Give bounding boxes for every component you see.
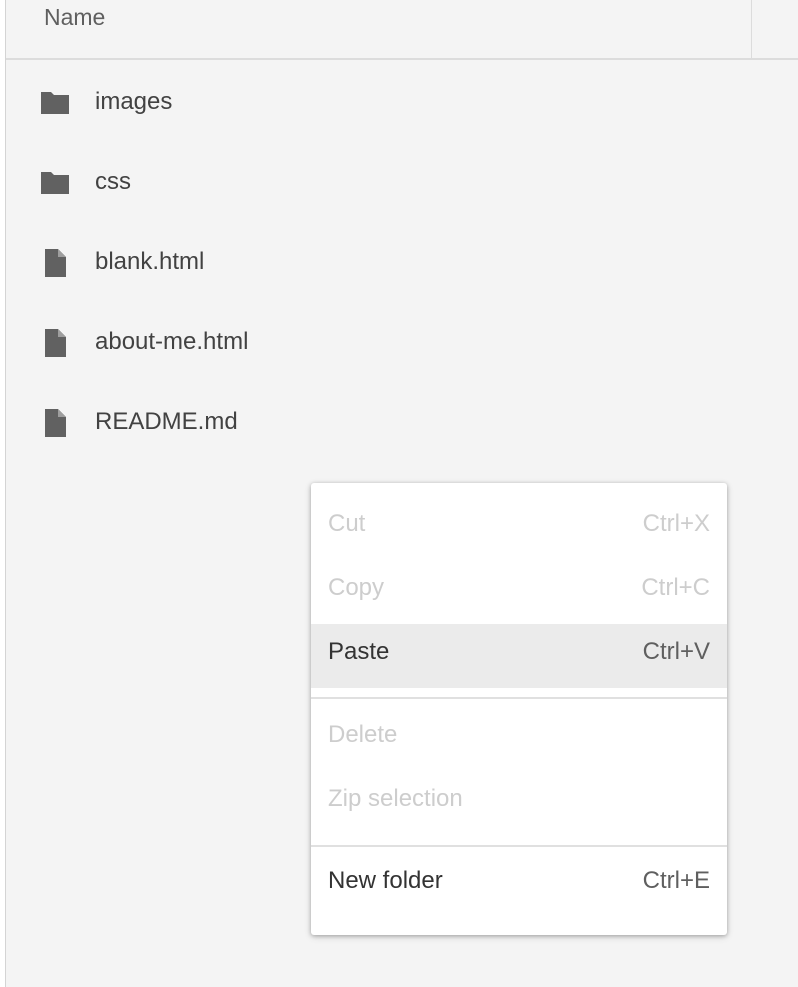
file-icon [45,249,66,277]
menu-item-label: Cut [328,510,366,537]
menu-item-zip-selection[interactable]: Zip selection [311,771,727,835]
menu-item-shortcut: Ctrl+C [641,574,710,601]
menu-item-shortcut: Ctrl+X [642,510,710,537]
file-row-images[interactable]: images [6,62,798,142]
file-name: blank.html [95,248,205,275]
folder-icon [41,92,69,114]
folder-icon [41,172,69,194]
file-icon [45,409,66,437]
file-name: images [95,88,173,115]
context-menu: Cut Ctrl+X Copy Ctrl+C Paste Ctrl+V Dele… [311,483,727,935]
name-column-header[interactable]: Name [44,4,105,31]
menu-item-new-folder[interactable]: New folder Ctrl+E [311,853,727,917]
menu-item-copy[interactable]: Copy Ctrl+C [311,560,727,624]
menu-item-shortcut: Ctrl+E [642,867,710,894]
file-row-readme-md[interactable]: README.md [6,382,798,462]
column-resize-handle[interactable] [751,0,752,58]
menu-item-label: Delete [328,721,398,748]
menu-item-label: Copy [328,574,385,601]
menu-item-label: Paste [328,638,390,665]
column-header: Name [6,0,798,60]
menu-item-delete[interactable]: Delete [311,707,727,771]
menu-item-shortcut: Ctrl+V [642,638,710,665]
file-name: about-me.html [95,328,249,355]
file-row-blank-html[interactable]: blank.html [6,222,798,302]
menu-separator [311,845,727,847]
file-row-css[interactable]: css [6,142,798,222]
file-name: css [95,168,131,195]
file-icon [45,329,66,357]
menu-separator [311,697,727,699]
menu-item-cut[interactable]: Cut Ctrl+X [311,496,727,560]
file-name: README.md [95,408,238,435]
menu-item-label: Zip selection [328,785,463,812]
menu-item-label: New folder [328,867,443,894]
file-row-about-me-html[interactable]: about-me.html [6,302,798,382]
menu-item-paste[interactable]: Paste Ctrl+V [311,624,727,688]
